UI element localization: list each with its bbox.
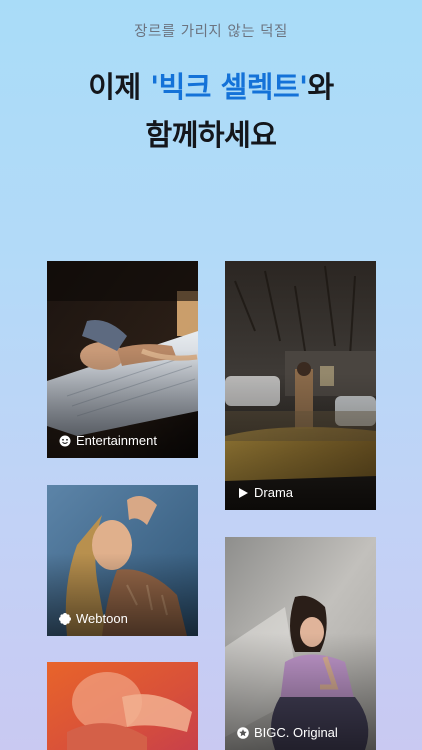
entertainment-card[interactable]: Entertainment	[47, 261, 198, 458]
headline-suffix: 와	[307, 70, 335, 104]
smiley-icon	[59, 435, 71, 447]
bigc-original-card[interactable]: BIGC. Original	[225, 537, 376, 750]
bigc-original-label: BIGC. Original	[237, 725, 338, 740]
star-icon	[237, 726, 249, 739]
drama-label: Drama	[237, 485, 293, 500]
headline-highlight: '빅크 셀렉트'	[150, 70, 308, 104]
webtoon-card[interactable]: Webtoon	[47, 485, 198, 636]
headline-line-1: 이제 '빅크 셀렉트'와	[0, 64, 422, 106]
entertainment-label: Entertainment	[59, 433, 157, 448]
webtoon-label: Webtoon	[59, 611, 128, 626]
flower-icon	[59, 612, 71, 625]
extra-photo	[47, 662, 198, 750]
webtoon-label-text: Webtoon	[76, 611, 128, 626]
drama-label-text: Drama	[254, 485, 294, 500]
drama-card[interactable]: Drama	[225, 261, 376, 510]
headline-line-2: 함께하세요	[145, 118, 277, 152]
extra-card[interactable]	[47, 662, 198, 750]
subtitle: 장르를 가리지 않는 덕질	[134, 24, 288, 40]
headline-prefix: 이제	[88, 70, 151, 104]
bigc-original-label-text: BIGC. Original	[254, 725, 338, 740]
entertainment-label-text: Entertainment	[76, 433, 157, 448]
play-icon	[237, 487, 249, 499]
